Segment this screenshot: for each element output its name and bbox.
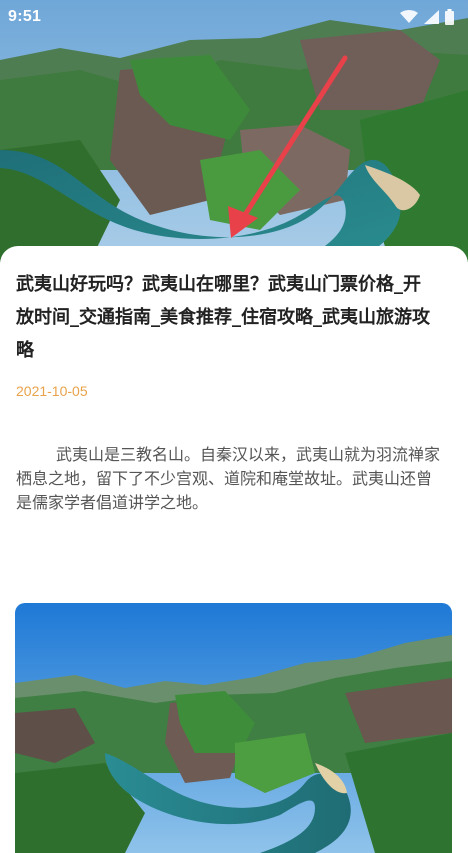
status-bar: 9:51 [0,0,468,34]
wifi-icon [400,10,418,23]
article-date: 2021-10-05 [16,383,88,399]
article-body: 武夷山是三教名山。自秦汉以来，武夷山就为羽流禅家栖息之地，留下了不少宫观、道院和… [16,445,441,512]
battery-icon [445,9,454,25]
landscape-photo-2 [15,603,452,853]
landscape-photo [0,0,468,262]
hero-image [0,0,468,262]
content-image [15,603,452,853]
status-time: 9:51 [8,8,42,25]
status-icons [400,9,454,25]
article-title: 武夷山好玩吗？武夷山在哪里？武夷山门票价格_开放时间_交通指南_美食推荐_住宿攻… [16,274,430,361]
signal-icon [424,10,439,24]
